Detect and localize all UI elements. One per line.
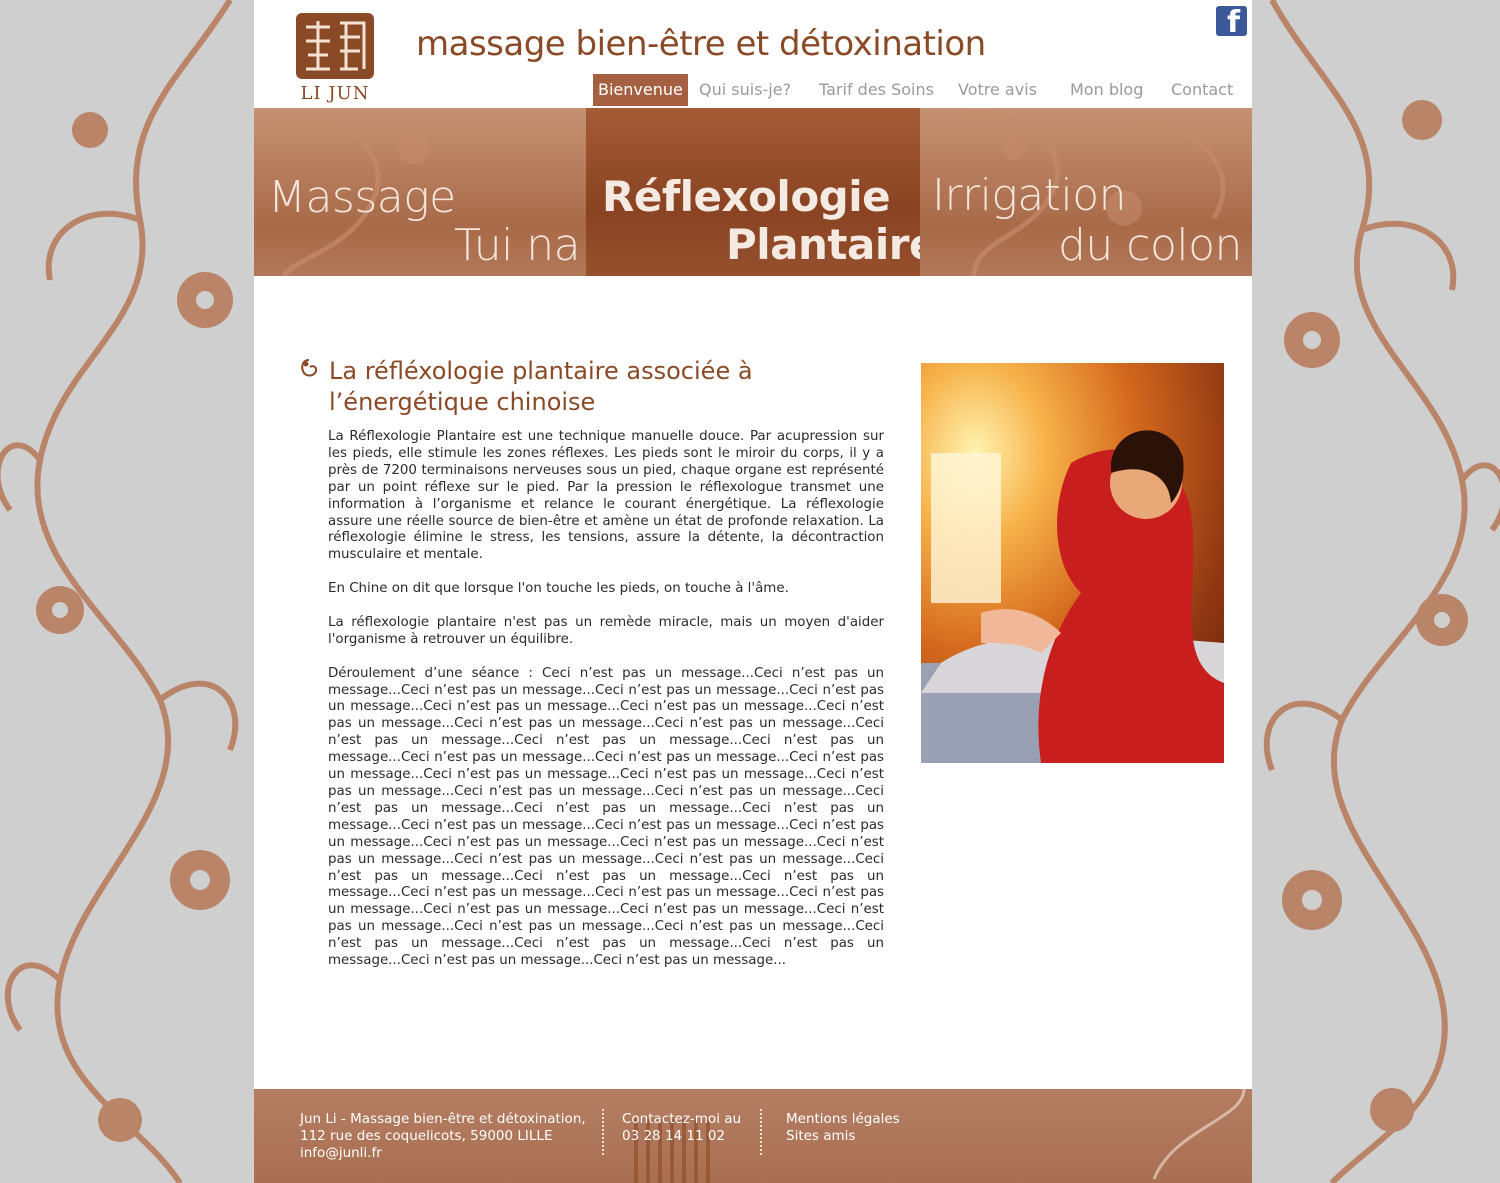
page-container: LI JUN massage bien-être et détoxination… [254, 0, 1252, 1183]
footer-link-mentions-legales[interactable]: Mentions légales [786, 1111, 900, 1128]
background-swirl-left [0, 0, 254, 1183]
banner-irrigation-line1: Irrigation [932, 170, 1127, 221]
content-body: La Réflexologie Plantaire est une techni… [328, 429, 884, 987]
footer-email-link[interactable]: info@junli.fr [300, 1145, 586, 1162]
facebook-icon[interactable]: f [1216, 6, 1247, 36]
footer-address-line2: 112 rue des coquelicots, 59000 LILLE [300, 1128, 553, 1144]
nav-item-votre-avis[interactable]: Votre avis [958, 74, 1037, 106]
nav-item-tarif-des-soins[interactable]: Tarif des Soins [819, 74, 934, 106]
footer-phone[interactable]: 03 28 14 11 02 [622, 1128, 741, 1145]
footer-contact-label: Contactez-moi au [622, 1111, 742, 1127]
paragraph-deroulement: Déroulement d’une séance : Ceci n’est pa… [328, 665, 884, 969]
banner-panel-reflexologie[interactable]: Réflexologie Plantaire [586, 108, 920, 276]
footer-address-line1: Jun Li - Massage bien-être et détoxinati… [300, 1111, 586, 1127]
footer-contact: Contactez-moi au 03 28 14 11 02 [622, 1111, 741, 1145]
paragraph-intro: La Réflexologie Plantaire est une techni… [328, 429, 884, 563]
footer-links: Mentions légales Sites amis [786, 1111, 900, 1145]
banner-reflexologie-line2: Plantaire [726, 220, 920, 269]
paragraph-chine: En Chine on dit que lorsque l'on touche … [328, 581, 789, 597]
paragraph-remede: La réflexologie plantaire n'est pas un r… [328, 614, 884, 647]
swirl-bullet-icon [301, 359, 318, 377]
logo-seal-icon [296, 13, 374, 79]
massage-photo [921, 363, 1224, 763]
footer: Jun Li - Massage bien-être et détoxinati… [254, 1089, 1252, 1183]
banner-massage-line1: Massage [268, 172, 456, 223]
site-title: massage bien-être et détoxination [416, 24, 986, 64]
background-swirl-right [1252, 0, 1500, 1183]
banner-panel-irrigation[interactable]: Irrigation du colon [920, 108, 1252, 276]
banner-massage-line2: Tui na [454, 220, 581, 271]
banner-reflexologie-line1: Réflexologie [602, 172, 891, 221]
banner-panel-massage[interactable]: Massage Tui na [254, 108, 586, 276]
content-heading: La réfléxologie plantaire associée à l’é… [329, 357, 753, 416]
banner-irrigation-line2: du colon [1058, 220, 1242, 271]
footer-divider [760, 1109, 764, 1155]
footer-address: Jun Li - Massage bien-être et détoxinati… [300, 1111, 586, 1162]
services-banner: Massage Tui na Réflexologie Plantaire Ir… [254, 108, 1252, 276]
nav-item-mon-blog[interactable]: Mon blog [1070, 74, 1143, 106]
nav-item-qui-suis-je[interactable]: Qui suis-je? [699, 74, 791, 106]
main-nav: Bienvenue Qui suis-je? Tarif des Soins V… [254, 74, 1252, 106]
footer-divider [602, 1109, 606, 1155]
footer-link-sites-amis[interactable]: Sites amis [786, 1128, 900, 1145]
nav-item-bienvenue[interactable]: Bienvenue [593, 74, 688, 106]
nav-item-contact[interactable]: Contact [1171, 74, 1233, 106]
